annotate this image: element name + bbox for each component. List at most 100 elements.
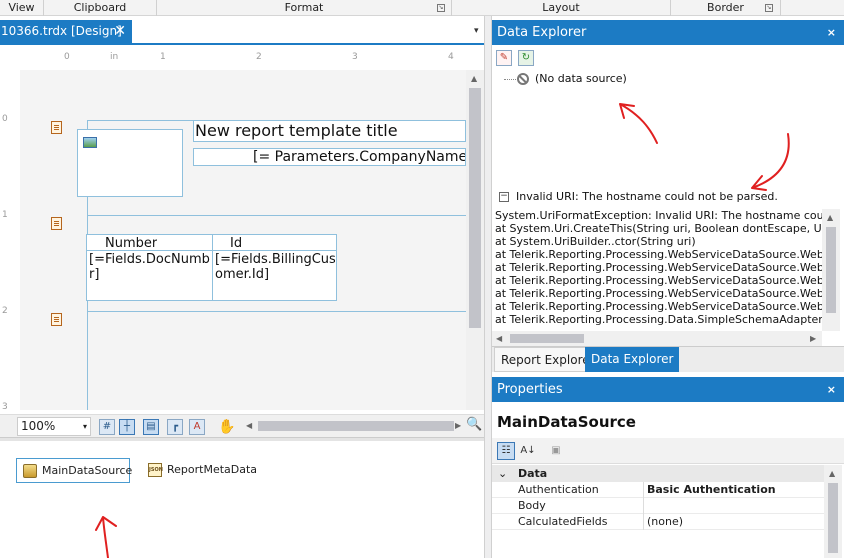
categorized-icon[interactable]: ☷: [497, 442, 515, 460]
ribbon-group-clipboard[interactable]: Clipboard: [44, 0, 157, 16]
ruler-toggle-icon[interactable]: ┏: [167, 419, 183, 435]
detail-table[interactable]: Number Id [=Fields.DocNumbe r] [=Fields.…: [86, 234, 337, 301]
property-row-authentication[interactable]: Authentication Basic Authentication: [492, 482, 824, 498]
edit-datasource-icon[interactable]: ✎: [496, 50, 512, 66]
designer-bottom-toolbar: 100% ▾ # ┼ ▤ ┏ A ✋ ◀ ▶ 🔍: [0, 414, 484, 437]
table-cell-docnumber[interactable]: [=Fields.DocNumbe r]: [89, 252, 210, 286]
web-service-datasource-icon: [23, 464, 37, 478]
data-explorer-titlebar: Data Explorer ×: [492, 20, 844, 45]
ruler-tick: 1: [160, 52, 166, 62]
page-footer-section-icon[interactable]: [51, 313, 62, 326]
property-grid-scrollbar[interactable]: ▲: [824, 465, 842, 558]
dimensions-icon[interactable]: ▤: [143, 419, 159, 435]
picture-icon: [83, 137, 97, 148]
scroll-up-icon[interactable]: ▲: [827, 213, 833, 222]
report-title-textbox[interactable]: New report template title: [193, 120, 466, 142]
no-data-source-icon: [517, 73, 529, 85]
close-icon[interactable]: ×: [827, 377, 836, 402]
property-name: Body: [518, 499, 546, 512]
property-row-calculatedfields[interactable]: CalculatedFields (none): [492, 514, 824, 530]
properties-object-header: MainDataSource: [492, 404, 844, 438]
error-line: at Telerik.Reporting.Processing.WebServi…: [495, 300, 822, 313]
ruler-tick: 0: [64, 52, 70, 62]
chevron-down-icon[interactable]: ▾: [83, 418, 87, 435]
scroll-thumb[interactable]: [510, 334, 584, 343]
scroll-left-icon[interactable]: ◀: [246, 421, 252, 430]
font-preview-icon[interactable]: A: [189, 419, 205, 435]
chevron-down-icon[interactable]: ⌄: [498, 465, 507, 482]
property-category-data[interactable]: ⌄ Data: [492, 465, 824, 482]
collapse-icon[interactable]: −: [499, 192, 509, 202]
detail-band-top-line: [87, 215, 466, 216]
error-line: at System.UriBuilder..ctor(String uri): [495, 235, 696, 248]
designer-horizontal-scroll-thumb[interactable]: [258, 421, 454, 431]
error-details[interactable]: System.UriFormatException: Invalid URI: …: [492, 209, 822, 331]
border-dialog-launcher-icon[interactable]: ↘: [765, 4, 773, 12]
error-line: at Telerik.Reporting.Processing.WebServi…: [495, 274, 822, 287]
ribbon-group-view[interactable]: View: [0, 0, 44, 16]
page-footer-top-line: [87, 311, 466, 312]
property-value[interactable]: (none): [647, 514, 683, 530]
designer-vertical-scrollbar[interactable]: ▲: [466, 70, 484, 410]
ruler-left: 0 1 2 3: [0, 70, 14, 412]
tray-item-maindatasource[interactable]: MainDataSource: [16, 458, 133, 483]
tray-item-label: MainDataSource: [42, 464, 133, 477]
report-canvas[interactable]: New report template title [= Parameters.…: [20, 70, 466, 410]
component-tray: MainDataSource JSON ReportMetaData: [0, 441, 484, 558]
table-cell-billingcustomer-id[interactable]: [=Fields.BillingCust omer.Id]: [215, 252, 335, 286]
grid-icon[interactable]: #: [99, 419, 115, 435]
document-tab-label: 10366.trdx [Design]: [1, 24, 122, 38]
properties-titlebar: Properties ×: [492, 377, 844, 402]
ribbon-group-border[interactable]: Border ↘: [671, 0, 781, 16]
annotation-arrow-no-data-source: [619, 103, 658, 144]
tray-item-reportmetadata[interactable]: JSON ReportMetaData: [142, 458, 260, 483]
ribbon-group-format[interactable]: Format ↘: [157, 0, 452, 16]
picture-box[interactable]: [77, 129, 183, 197]
company-name-textbox[interactable]: [= Parameters.CompanyName.V: [193, 148, 466, 166]
scroll-right-icon[interactable]: ▶: [455, 421, 461, 430]
error-vertical-scrollbar[interactable]: ▲: [822, 209, 840, 331]
close-icon[interactable]: ×: [827, 20, 836, 45]
alphabetical-sort-icon[interactable]: A↓: [519, 442, 537, 460]
error-line: at Telerik.Reporting.Processing.Data.Sim…: [495, 313, 822, 326]
scroll-left-icon[interactable]: ◀: [496, 334, 502, 343]
grid-separator: [643, 514, 644, 530]
properties-toolbar: ☷ A↓ ▣: [492, 438, 844, 464]
tree-item-no-data-source[interactable]: (No data source): [535, 72, 627, 85]
table-header-id[interactable]: Id: [230, 236, 242, 251]
category-label: Data: [518, 467, 548, 480]
close-icon[interactable]: ✕: [114, 20, 126, 43]
property-name: Authentication: [518, 483, 599, 496]
table-header-number[interactable]: Number: [105, 236, 157, 251]
pan-hand-icon[interactable]: ✋: [217, 419, 235, 435]
detail-section-icon[interactable]: [51, 217, 62, 230]
property-pages-icon[interactable]: ▣: [547, 442, 565, 460]
scroll-up-icon[interactable]: ▲: [829, 469, 835, 478]
error-line: at Telerik.Reporting.Processing.WebServi…: [495, 287, 822, 300]
ruler-tick: 2: [256, 52, 262, 62]
property-value[interactable]: Basic Authentication: [647, 482, 776, 498]
refresh-icon[interactable]: ↻: [518, 50, 534, 66]
ruler-tick: 3: [352, 52, 358, 62]
zoom-select[interactable]: 100% ▾: [17, 417, 91, 436]
snap-to-grid-icon[interactable]: ┼: [119, 419, 135, 435]
panel-splitter[interactable]: [484, 16, 492, 558]
error-horizontal-scrollbar[interactable]: ◀ ▶: [492, 331, 822, 346]
property-row-body[interactable]: Body: [492, 498, 824, 514]
grid-separator: [643, 482, 644, 498]
ribbon-group-layout[interactable]: Layout: [452, 0, 671, 16]
scroll-up-icon[interactable]: ▲: [471, 74, 477, 83]
zoom-magnifier-icon[interactable]: 🔍: [466, 417, 482, 432]
document-tab[interactable]: 10366.trdx [Design] ✕: [0, 20, 132, 43]
format-dialog-launcher-icon[interactable]: ↘: [437, 4, 445, 12]
document-list-dropdown-icon[interactable]: ▾: [474, 26, 479, 36]
panel-title: Properties: [497, 382, 563, 397]
panel-tab-strip: Report Explorer Data Explorer: [492, 346, 844, 372]
scroll-thumb[interactable]: [828, 483, 838, 553]
tab-data-explorer[interactable]: Data Explorer: [585, 347, 680, 372]
scroll-thumb[interactable]: [826, 227, 836, 313]
page-header-section-icon[interactable]: [51, 121, 62, 134]
ruler-tick: 1: [2, 210, 8, 220]
scroll-thumb[interactable]: [469, 88, 481, 328]
scroll-right-icon[interactable]: ▶: [810, 334, 816, 343]
